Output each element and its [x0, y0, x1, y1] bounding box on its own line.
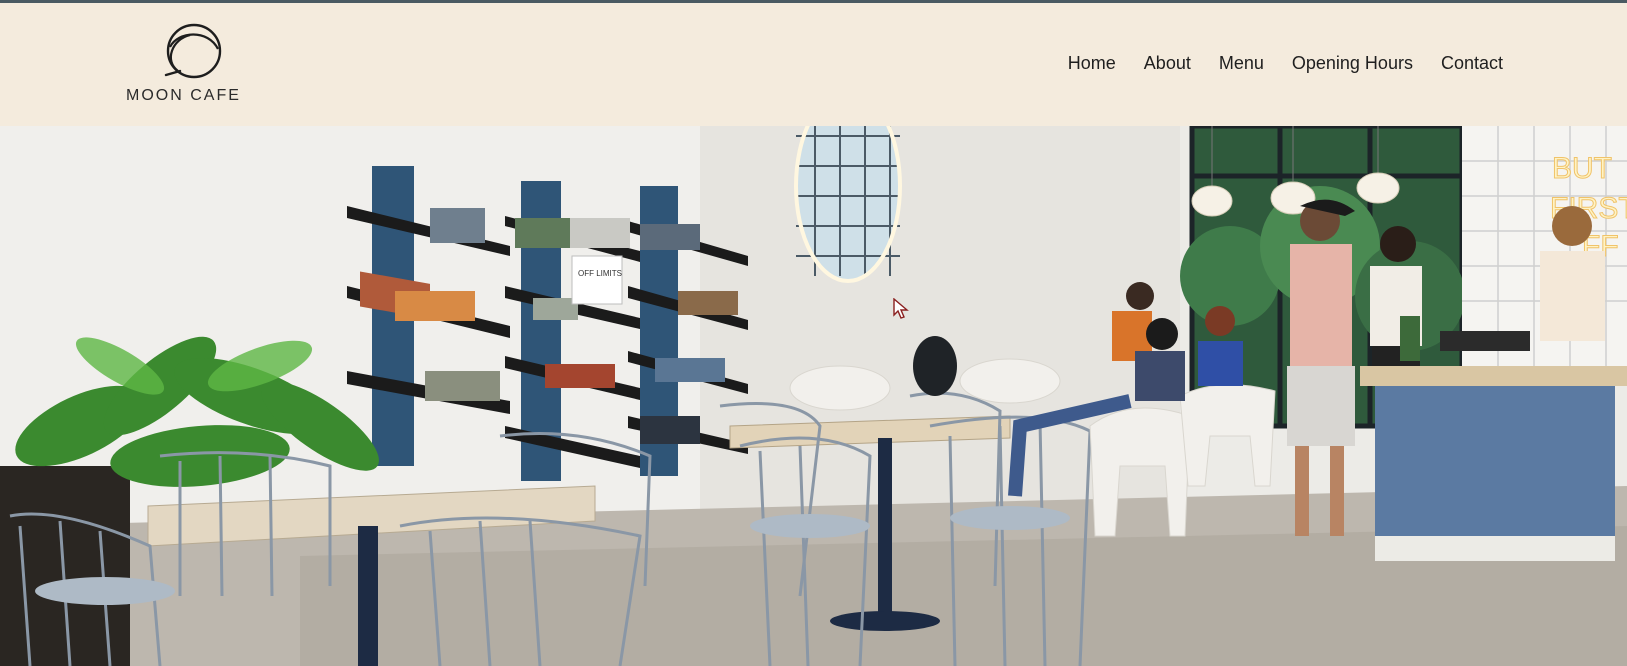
backpack: [913, 336, 957, 396]
cafe-interior-photo: BUT FIRST FF: [0, 126, 1627, 666]
off-limits-sign: OFF LIMITS: [578, 269, 622, 278]
moon-cafe-logo-icon: [164, 23, 222, 79]
nav-about[interactable]: About: [1144, 53, 1191, 74]
nav-menu[interactable]: Menu: [1219, 53, 1264, 74]
brand-name: MOON CAFE: [126, 87, 241, 104]
hero-image: BUT FIRST FF: [0, 126, 1627, 666]
nav-contact[interactable]: Contact: [1441, 53, 1503, 74]
round-window: [794, 126, 902, 283]
site-header: MOON CAFE Home About Menu Opening Hours …: [0, 3, 1627, 126]
svg-text:BUT: BUT: [1552, 152, 1612, 185]
main-nav: Home About Menu Opening Hours Contact: [1068, 53, 1503, 74]
nav-home[interactable]: Home: [1068, 53, 1116, 74]
mouse-cursor-icon: [893, 298, 909, 319]
nav-opening-hours[interactable]: Opening Hours: [1292, 53, 1413, 74]
brand-logo[interactable]: MOON CAFE: [126, 21, 256, 111]
